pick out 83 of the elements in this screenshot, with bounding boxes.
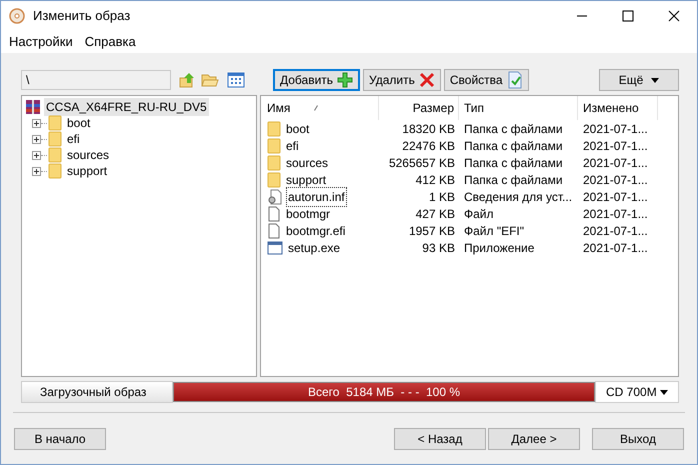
table-cell-text: Приложение — [463, 240, 536, 256]
archive-icon — [25, 99, 41, 115]
table-cell-text: 2021-07-1... — [582, 206, 649, 222]
caret-icon — [660, 390, 668, 394]
sort-icon — [314, 105, 318, 111]
tree-root-item[interactable]: CCSA_X64FRE_RU-RU_DV5 — [44, 98, 209, 116]
file-icon — [267, 206, 281, 222]
tree-item[interactable]: support — [66, 162, 108, 180]
next-button[interactable]: Далее > — [488, 428, 580, 450]
tree-item[interactable]: sources — [66, 146, 110, 164]
tree-item[interactable]: efi — [66, 130, 81, 148]
folder-icon — [48, 147, 62, 163]
toolbar-button[interactable]: Добавить — [273, 69, 360, 91]
expand-icon[interactable] — [32, 134, 41, 144]
plus-icon — [337, 72, 354, 88]
table-cell-text: Папка с файлами — [463, 120, 564, 138]
toolbar-button[interactable]: Удалить — [363, 69, 441, 91]
table-cell-text: 1957 KB — [408, 222, 456, 240]
expand-icon[interactable] — [32, 118, 41, 128]
back-button[interactable]: < Назад — [394, 428, 486, 450]
table-cell-text: 412 KB — [414, 172, 456, 188]
folder-icon — [267, 154, 281, 170]
folder-icon — [267, 120, 281, 136]
file-name[interactable]: autorun.inf — [286, 186, 347, 206]
window-icon — [267, 240, 283, 254]
folder-icon — [267, 172, 281, 188]
table-cell-text: Сведения для уст... — [463, 188, 574, 206]
table-cell-text: Папка с файлами — [463, 138, 564, 154]
cross-icon — [418, 72, 435, 88]
table-cell-text: 2021-07-1... — [582, 154, 649, 172]
file-name[interactable]: setup.exe — [286, 238, 342, 258]
table-cell-text: Папка с файлами — [463, 172, 564, 188]
table-cell-text: 1 KB — [428, 188, 456, 206]
file-name[interactable]: support — [284, 170, 328, 190]
menu-item[interactable]: Настройки — [5, 32, 77, 52]
folder-icon — [267, 138, 281, 154]
table-cell-text: 2021-07-1... — [582, 138, 649, 154]
start-button[interactable]: В начало — [14, 428, 106, 450]
caret-icon — [651, 78, 660, 82]
file-name[interactable]: sources — [284, 152, 330, 172]
folder-icon — [48, 131, 62, 147]
window-title: Изменить образ — [33, 7, 130, 26]
disc-icon — [9, 8, 25, 24]
exit-button[interactable]: Выход — [592, 428, 684, 450]
table-cell-text: 2021-07-1... — [582, 188, 649, 206]
close-icon — [668, 10, 680, 22]
table-cell-text: 2021-07-1... — [582, 120, 649, 138]
file-name[interactable]: bootmgr.efi — [284, 220, 348, 240]
table-cell-text: Файл — [463, 206, 495, 222]
folder-icon — [48, 115, 62, 131]
path-field[interactable]: \ — [21, 70, 171, 90]
table-cell-text: 2021-07-1... — [582, 172, 649, 188]
table-cell-text: 427 KB — [414, 206, 456, 222]
document-check-icon — [506, 71, 523, 89]
tree-item[interactable]: boot — [66, 114, 92, 132]
table-cell-text: 5265657 KB — [388, 154, 456, 172]
table-cell-text: 18320 KB — [401, 120, 456, 138]
file-icon — [267, 222, 281, 238]
table-cell-text: 93 KB — [421, 240, 456, 256]
folder-icon — [48, 163, 62, 179]
expand-icon[interactable] — [32, 150, 41, 160]
maximize-icon — [622, 10, 634, 22]
menu-item[interactable]: Справка — [80, 32, 140, 52]
expand-icon[interactable] — [32, 166, 41, 176]
more-button[interactable]: Ещё — [599, 69, 679, 91]
table-cell-text: 2021-07-1... — [582, 222, 649, 240]
media-dropdown[interactable]: CD 700M — [595, 381, 679, 403]
column-header[interactable]: Имя — [261, 96, 379, 120]
grid-view-icon[interactable] — [227, 72, 245, 88]
table-cell-text: 22476 KB — [401, 138, 456, 154]
file-name[interactable]: bootmgr — [284, 204, 332, 224]
table-cell-text: Папка с файлами — [463, 154, 564, 172]
table-cell-text: Файл "EFI" — [463, 222, 526, 240]
gear-file-icon — [267, 188, 283, 204]
column-header[interactable]: Размер — [379, 96, 459, 120]
toolbar-button[interactable]: Свойства — [444, 69, 529, 91]
table-cell-text: 2021-07-1... — [582, 240, 649, 256]
file-name[interactable]: boot — [284, 118, 312, 138]
column-header[interactable]: Тип — [459, 96, 578, 120]
column-header[interactable]: Изменено — [578, 96, 658, 120]
file-name[interactable]: efi — [284, 136, 301, 156]
status-label: Загрузочный образ — [21, 381, 173, 403]
capacity-text: Всего 5184 МБ - - - 100 % — [306, 384, 462, 401]
